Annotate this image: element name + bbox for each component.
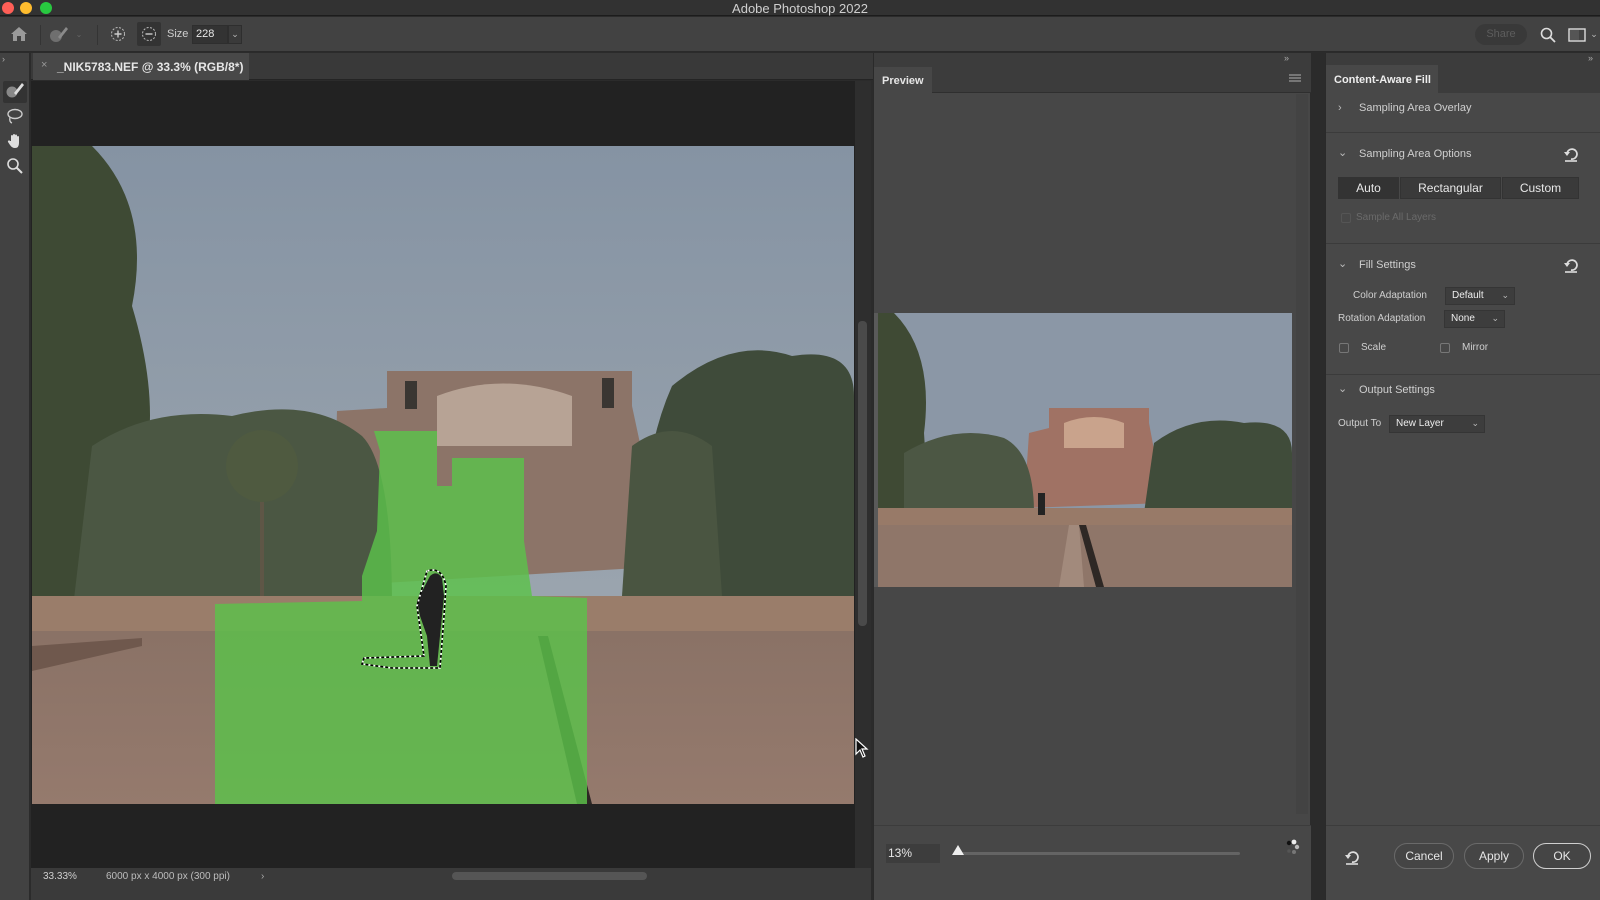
- size-label: Size: [167, 28, 189, 40]
- preview-vertical-scrollbar[interactable]: [1296, 94, 1308, 814]
- options-bar: ⌄ Size 228 ⌄ Share ⌄: [0, 17, 1600, 52]
- workspace-dropdown-icon[interactable]: ⌄: [1589, 29, 1599, 39]
- workspace-icon[interactable]: [1566, 25, 1588, 45]
- preview-image: [874, 313, 1292, 587]
- lasso-icon: [5, 107, 25, 130]
- mirror-checkbox[interactable]: [1440, 343, 1450, 353]
- status-menu-arrow[interactable]: ›: [261, 871, 264, 882]
- chevron-down-icon[interactable]: ⌄: [1338, 146, 1347, 159]
- sampling-mode-auto[interactable]: Auto: [1338, 177, 1399, 199]
- preview-header: Preview »: [874, 53, 1311, 93]
- reset-icon[interactable]: [1563, 257, 1579, 273]
- preview-zoom-slider-track[interactable]: [960, 852, 1240, 855]
- mouse-cursor-icon: [855, 737, 869, 763]
- content-aware-fill-tab[interactable]: Content-Aware Fill: [1326, 65, 1438, 93]
- hand-icon: [6, 132, 24, 155]
- home-icon[interactable]: [9, 24, 29, 44]
- divider: [1326, 243, 1600, 244]
- hand-tool[interactable]: [3, 132, 27, 154]
- content-aware-fill-panel: Content-Aware Fill » › Sampling Area Ove…: [1325, 53, 1600, 900]
- app-title: Adobe Photoshop 2022: [732, 1, 868, 16]
- zoom-icon: [6, 157, 24, 180]
- section-title[interactable]: Output Settings: [1359, 384, 1435, 396]
- rotation-adaptation-value: None: [1451, 313, 1475, 324]
- brush-preset-dropdown[interactable]: ⌄: [74, 29, 84, 39]
- sampling-mode-custom[interactable]: Custom: [1502, 177, 1579, 199]
- brush-icon: [5, 81, 25, 104]
- color-adaptation-dropdown[interactable]: Default ⌄: [1445, 287, 1515, 305]
- reset-all-icon[interactable]: [1344, 849, 1360, 865]
- output-to-value: New Layer: [1396, 418, 1444, 429]
- color-adaptation-value: Default: [1452, 290, 1484, 301]
- add-to-area-icon[interactable]: [108, 24, 128, 44]
- size-dropdown-button[interactable]: ⌄: [228, 25, 242, 44]
- chevron-down-icon[interactable]: ⌄: [1338, 257, 1347, 270]
- panel-menu-icon[interactable]: [1289, 71, 1301, 82]
- size-input[interactable]: 228: [192, 25, 228, 44]
- chevron-down-icon: ⌄: [1501, 290, 1509, 300]
- close-document-icon[interactable]: ×: [41, 59, 47, 71]
- caf-header: Content-Aware Fill »: [1326, 53, 1600, 93]
- chevron-down-icon[interactable]: ⌄: [1338, 382, 1347, 395]
- brush-preset-icon[interactable]: [48, 24, 70, 44]
- chevron-right-icon[interactable]: ›: [1338, 102, 1342, 114]
- color-adaptation-label: Color Adaptation: [1353, 290, 1427, 301]
- chevron-down-icon: ⌄: [1491, 313, 1499, 323]
- document-tab-bar: × _NIK5783.NEF @ 33.3% (RGB/8*): [31, 53, 873, 80]
- mirror-label: Mirror: [1462, 342, 1489, 353]
- scale-label: Scale: [1361, 342, 1387, 353]
- document-dimensions: 6000 px x 4000 px (300 ppi): [106, 871, 230, 882]
- document-tab-label: _NIK5783.NEF @ 33.3% (RGB/8*): [57, 60, 244, 74]
- sample-all-layers-checkbox[interactable]: [1341, 213, 1351, 223]
- preview-zoom-input[interactable]: 13%: [886, 844, 940, 863]
- sampling-area-overlay-section: › Sampling Area Overlay: [1326, 93, 1600, 133]
- section-title[interactable]: Fill Settings: [1359, 259, 1416, 271]
- progress-spinner-icon: [1284, 838, 1304, 858]
- preview-tab[interactable]: Preview: [874, 67, 932, 93]
- output-to-label: Output To: [1338, 418, 1382, 429]
- apply-button[interactable]: Apply: [1464, 843, 1524, 869]
- share-button[interactable]: Share: [1475, 24, 1527, 45]
- collapse-panels-icon[interactable]: »: [1284, 53, 1289, 63]
- sample-all-layers-label: Sample All Layers: [1356, 212, 1437, 223]
- preview-zoom-bar: 13%: [874, 825, 1311, 900]
- tools-panel: ›: [0, 53, 30, 900]
- canvas-horizontal-scroll-thumb[interactable]: [452, 872, 647, 880]
- cancel-button[interactable]: Cancel: [1394, 843, 1454, 869]
- reset-icon[interactable]: [1563, 146, 1579, 162]
- document-image[interactable]: [32, 146, 854, 804]
- subtract-from-area-icon[interactable]: [137, 22, 161, 46]
- sampling-mode-rectangular[interactable]: Rectangular: [1400, 177, 1501, 199]
- scale-checkbox[interactable]: [1339, 343, 1349, 353]
- search-icon[interactable]: [1538, 25, 1558, 45]
- rotation-adaptation-label: Rotation Adaptation: [1338, 313, 1426, 324]
- status-bar: 33.33% 6000 px x 4000 px (300 ppi) ›: [31, 868, 871, 900]
- canvas-area[interactable]: [31, 81, 871, 868]
- preview-panel: Preview » 13%: [873, 53, 1311, 900]
- section-title[interactable]: Sampling Area Overlay: [1359, 102, 1472, 114]
- title-bar: Adobe Photoshop 2022: [0, 0, 1600, 16]
- collapse-panel-icon[interactable]: »: [1588, 53, 1593, 63]
- ok-button[interactable]: OK: [1533, 843, 1591, 869]
- lasso-tool[interactable]: [3, 107, 27, 129]
- canvas-vertical-scroll-thumb[interactable]: [858, 321, 867, 626]
- divider: [1326, 374, 1600, 375]
- expand-tools-icon[interactable]: ›: [2, 54, 5, 64]
- chevron-down-icon: ⌄: [1471, 418, 1479, 428]
- output-to-dropdown[interactable]: New Layer ⌄: [1389, 415, 1485, 433]
- zoom-tool[interactable]: [3, 157, 27, 179]
- section-title[interactable]: Sampling Area Options: [1359, 148, 1472, 160]
- zoom-level-readout[interactable]: 33.33%: [43, 871, 77, 882]
- preview-zoom-slider-thumb[interactable]: [952, 845, 964, 855]
- document-tab[interactable]: × _NIK5783.NEF @ 33.3% (RGB/8*): [33, 53, 249, 80]
- rotation-adaptation-dropdown[interactable]: None ⌄: [1444, 310, 1505, 328]
- sampling-brush-tool[interactable]: [3, 81, 27, 103]
